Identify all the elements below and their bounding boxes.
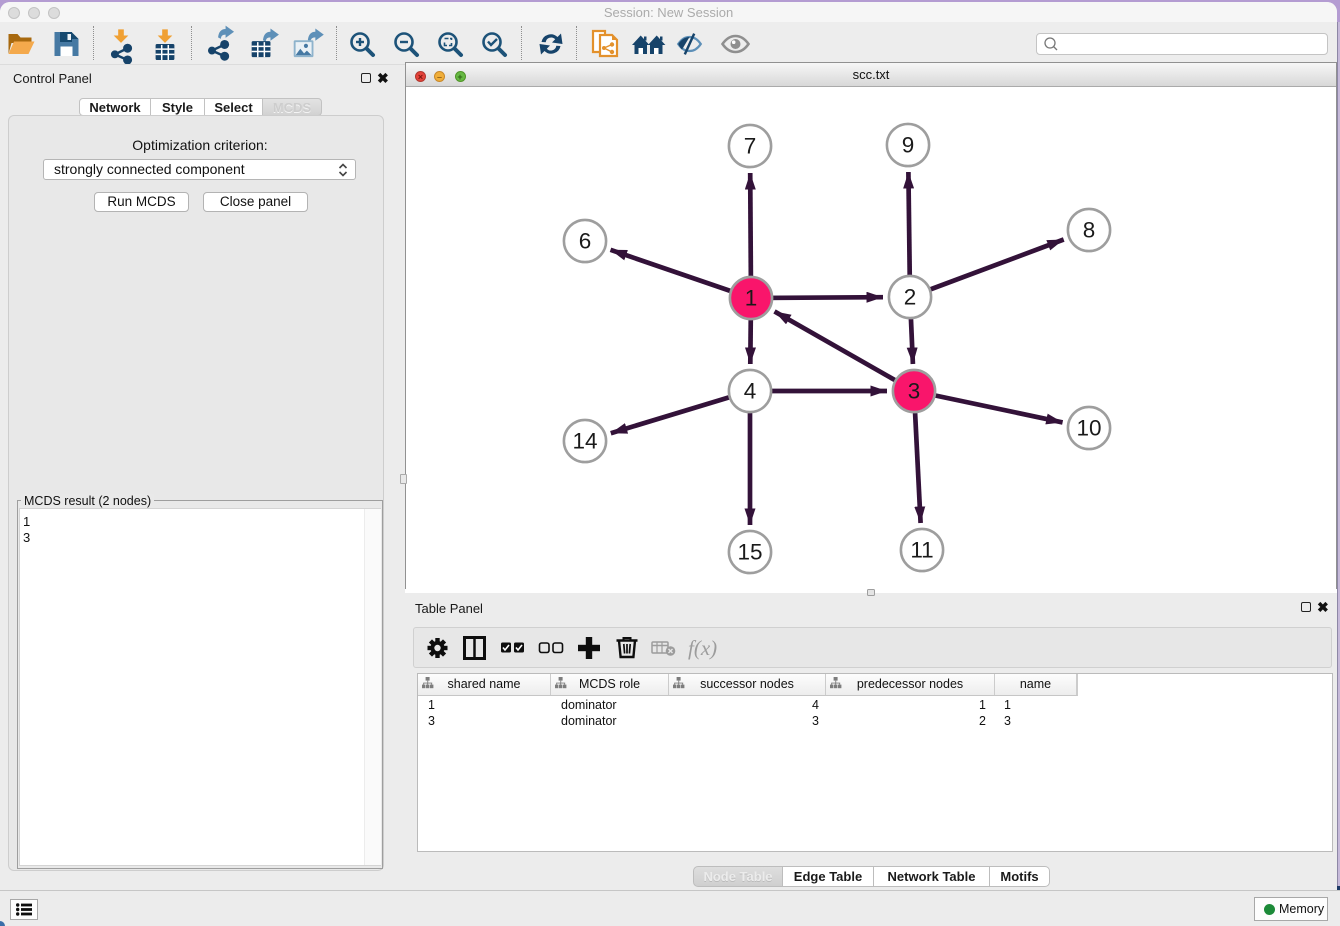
svg-text:8: 8 [1083,218,1096,243]
svg-text:2: 2 [904,285,917,310]
svg-text:10: 10 [1076,416,1101,441]
svg-text:1: 1 [745,286,758,311]
svg-text:14: 14 [572,429,597,454]
svg-text:15: 15 [737,540,762,565]
svg-text:f(x): f(x) [688,636,717,660]
svg-text:7: 7 [744,134,757,159]
svg-text:3: 3 [908,379,921,404]
svg-text:4: 4 [744,379,757,404]
svg-text:9: 9 [902,133,915,158]
svg-text:11: 11 [910,538,933,563]
svg-text:6: 6 [579,229,592,254]
